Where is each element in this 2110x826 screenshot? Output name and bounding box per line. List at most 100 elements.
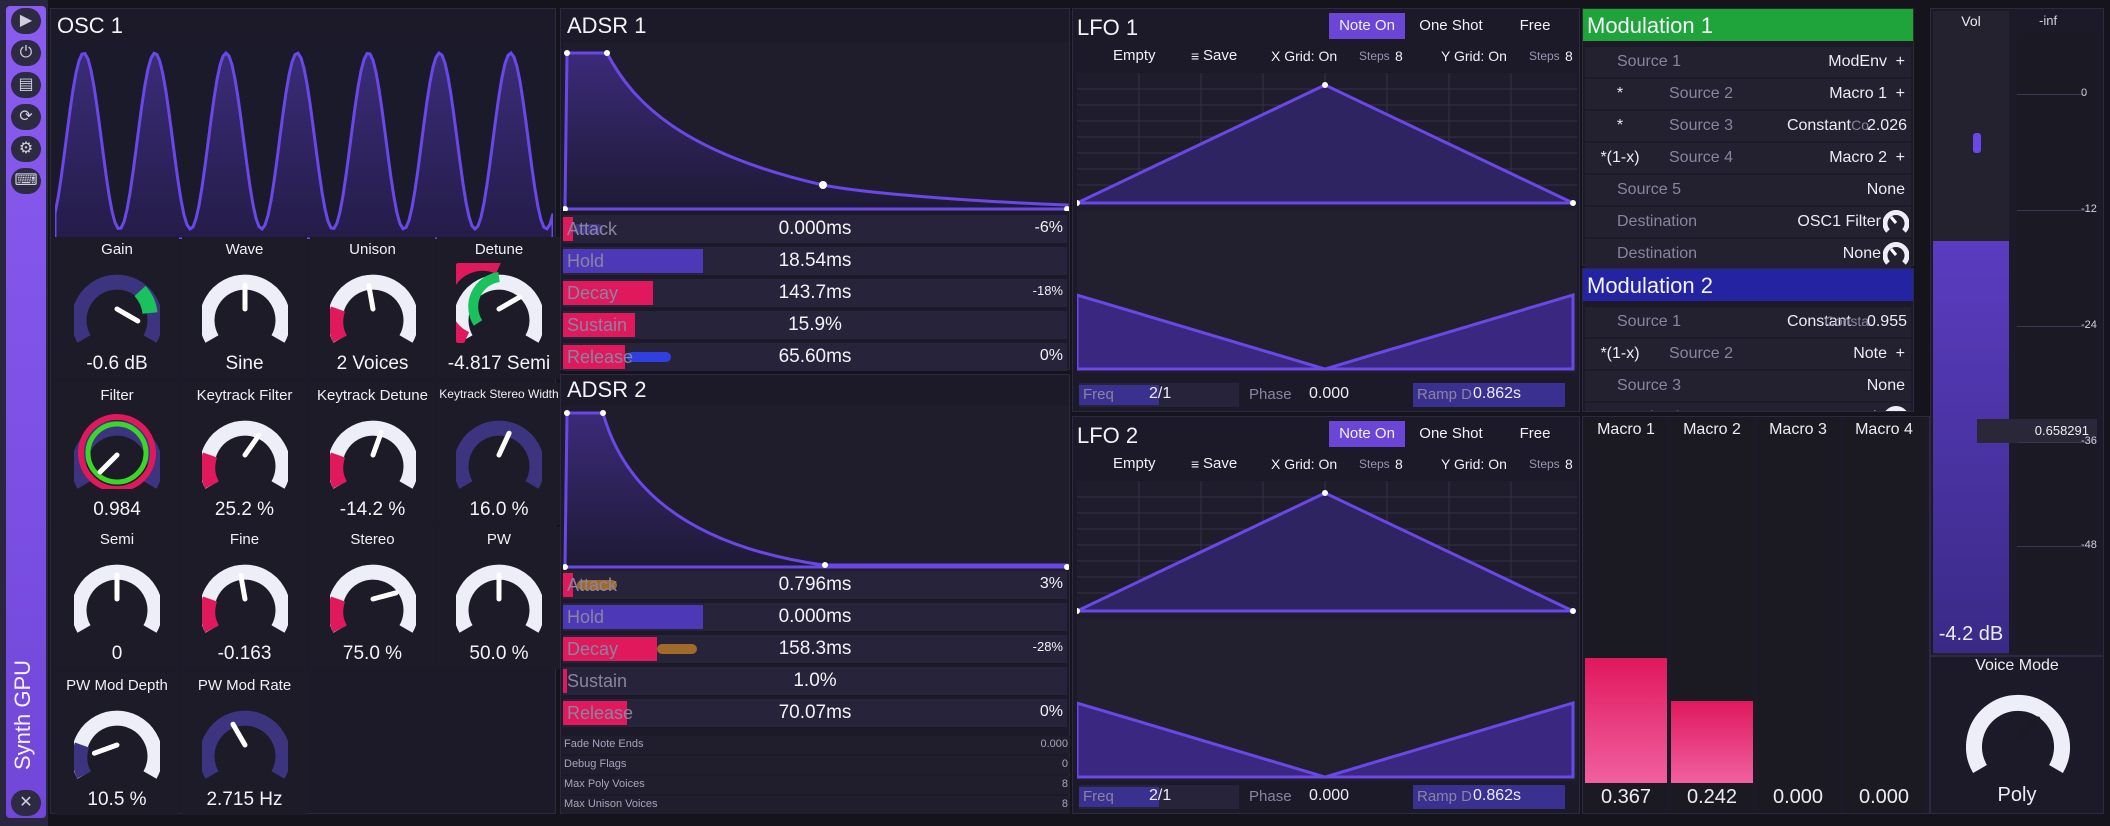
mixer-icon[interactable]: ⚙ bbox=[11, 136, 41, 162]
mod1-row[interactable]: * Source 2 Macro 1 + bbox=[1585, 79, 1911, 109]
adsr2-row[interactable]: Hold 0.000ms bbox=[563, 603, 1067, 631]
adsr2-row[interactable]: Release 70.07ms 0% bbox=[563, 699, 1067, 727]
phase-value[interactable]: 0.000 bbox=[1309, 787, 1349, 805]
lfo2-mode-button[interactable]: Note On bbox=[1329, 421, 1405, 447]
save-icon[interactable]: ≡ bbox=[1191, 451, 1199, 477]
lfo1-x-steps[interactable]: 8 bbox=[1395, 43, 1403, 69]
add-icon[interactable]: + bbox=[1896, 345, 1905, 363]
lfo2-mode-button[interactable]: Free bbox=[1495, 421, 1575, 447]
osc1-knob[interactable] bbox=[329, 553, 416, 633]
macro-slider[interactable]: Macro 3 0.000 bbox=[1757, 417, 1839, 813]
amount-knob[interactable] bbox=[1883, 241, 1909, 267]
mod-operator[interactable]: *(1-x) bbox=[1585, 345, 1655, 363]
mod-operator[interactable]: *(1-x) bbox=[1585, 149, 1655, 167]
mod-operator[interactable]: * bbox=[1585, 117, 1655, 135]
lfo2-y-grid[interactable]: Y Grid: On bbox=[1441, 451, 1507, 477]
debug-row[interactable]: Max Poly Voices 8 bbox=[562, 776, 1070, 794]
adsr1-row[interactable]: Attack 0.000ms -6% bbox=[563, 215, 1067, 243]
osc1-knob[interactable] bbox=[74, 409, 160, 489]
phase-value[interactable]: 0.000 bbox=[1309, 385, 1349, 403]
constant-value[interactable]: 0.955 bbox=[1867, 313, 1907, 331]
lfo1-preset[interactable]: Empty bbox=[1113, 43, 1156, 69]
lfo1-y-grid[interactable]: Y Grid: On bbox=[1441, 43, 1507, 69]
mod-source-value[interactable]: OSC1 Filter bbox=[1797, 213, 1881, 231]
mod1-row[interactable]: Source 5 None bbox=[1585, 175, 1911, 205]
adsr1-row[interactable]: Sustain 15.9% bbox=[563, 311, 1067, 339]
play-icon[interactable]: ▶ bbox=[11, 8, 41, 34]
osc1-knob[interactable] bbox=[329, 263, 416, 343]
add-icon[interactable]: + bbox=[1896, 149, 1905, 167]
voice-mode-knob[interactable] bbox=[1966, 683, 2070, 773]
macro-slider[interactable]: Macro 2 0.242 bbox=[1671, 417, 1753, 813]
osc1-knob[interactable] bbox=[201, 409, 288, 489]
lfo2-save-button[interactable]: Save bbox=[1203, 451, 1237, 477]
mod2-row[interactable]: Source 3 None bbox=[1585, 371, 1911, 401]
add-icon[interactable]: + bbox=[1896, 53, 1905, 71]
adsr1-row[interactable]: Release 65.60ms 0% bbox=[563, 343, 1067, 371]
lfo1-mode-button[interactable]: Free bbox=[1495, 13, 1575, 39]
osc1-knob[interactable] bbox=[456, 553, 542, 633]
mod1-row[interactable]: * Source 3 Constant Co 2.026 bbox=[1585, 111, 1911, 141]
lfo1-freq-control[interactable]: Freq 2/1 bbox=[1079, 383, 1239, 407]
close-icon[interactable]: ✕ bbox=[11, 790, 41, 816]
lfo1-save-button[interactable]: Save bbox=[1203, 43, 1237, 69]
mod-source-value[interactable]: Constant bbox=[1787, 117, 1851, 135]
osc1-knob[interactable] bbox=[456, 263, 542, 343]
adsr2-row[interactable]: Attack 0.796ms 3% bbox=[563, 571, 1067, 599]
macro-slider[interactable]: Macro 1 0.367 bbox=[1585, 417, 1667, 813]
lfo2-y-steps[interactable]: 8 bbox=[1565, 451, 1573, 477]
lfo2-shape-editor[interactable] bbox=[1077, 481, 1577, 781]
osc1-knob[interactable] bbox=[74, 553, 160, 633]
save-icon[interactable]: ≡ bbox=[1191, 43, 1199, 69]
mod2-row[interactable]: *(1-x) Source 2 Note + bbox=[1585, 339, 1911, 369]
adsr1-row[interactable]: Hold 18.54ms bbox=[563, 247, 1067, 275]
volume-handle[interactable] bbox=[1973, 133, 1981, 153]
mod2-row[interactable]: Destination EnvV Attack bbox=[1585, 403, 1911, 412]
debug-row[interactable]: Debug Flags 0 bbox=[562, 756, 1070, 774]
power-icon[interactable]: ⏻ bbox=[11, 40, 41, 66]
mod-source-value[interactable]: None bbox=[1867, 181, 1905, 199]
mod-source-value[interactable]: EnvV Attack bbox=[1795, 409, 1881, 411]
constant-value[interactable]: 2.026 bbox=[1867, 117, 1907, 135]
keyboard-icon[interactable]: ⌨ bbox=[11, 168, 41, 194]
osc1-knob[interactable] bbox=[74, 263, 160, 343]
osc1-knob[interactable] bbox=[329, 409, 416, 489]
osc1-knob[interactable] bbox=[201, 263, 288, 343]
mod1-row[interactable]: Destination None bbox=[1585, 239, 1911, 269]
lfo2-ramp-control[interactable]: Ramp D 0.862s bbox=[1413, 785, 1565, 809]
adsr2-row[interactable]: Decay 158.3ms -28% bbox=[563, 635, 1067, 663]
mod1-row[interactable]: Source 1 ModEnv + bbox=[1585, 47, 1911, 77]
reload-icon[interactable]: ⟳ bbox=[11, 104, 41, 130]
debug-row[interactable]: Fade Note Ends 0.000 bbox=[562, 736, 1070, 754]
adsr1-row[interactable]: Decay 143.7ms -18% bbox=[563, 279, 1067, 307]
lfo1-mode-button[interactable]: Note On bbox=[1329, 13, 1405, 39]
osc1-knob[interactable] bbox=[201, 699, 288, 779]
mod1-row[interactable]: *(1-x) Source 4 Macro 2 + bbox=[1585, 143, 1911, 173]
mod-source-value[interactable]: None bbox=[1843, 245, 1881, 263]
mod2-row[interactable]: Source 1 Constant Consta 0.955 bbox=[1585, 307, 1911, 337]
add-icon[interactable]: + bbox=[1896, 85, 1905, 103]
adsr2-envelope[interactable] bbox=[563, 405, 1069, 571]
mod-amount[interactable]: 3% bbox=[1040, 575, 1063, 593]
lfo1-shape-editor[interactable] bbox=[1077, 73, 1577, 373]
osc1-knob[interactable] bbox=[201, 553, 288, 633]
mod-source-value[interactable]: Macro 1 bbox=[1829, 85, 1887, 103]
osc1-knob[interactable] bbox=[74, 699, 160, 779]
lfo2-x-grid[interactable]: X Grid: On bbox=[1271, 451, 1337, 477]
lfo2-x-steps[interactable]: 8 bbox=[1395, 451, 1403, 477]
mod-source-value[interactable]: Macro 2 bbox=[1829, 149, 1887, 167]
lfo2-freq-control[interactable]: Freq 2/1 bbox=[1079, 785, 1239, 809]
amount-knob[interactable] bbox=[1883, 405, 1909, 412]
adsr1-envelope[interactable] bbox=[563, 43, 1069, 211]
debug-row[interactable]: Max Unison Voices 8 bbox=[562, 796, 1070, 814]
macro-slider[interactable]: Macro 4 0.000 bbox=[1843, 417, 1925, 813]
mod-amount[interactable]: 0% bbox=[1040, 703, 1063, 721]
mod-amount[interactable]: 0% bbox=[1040, 347, 1063, 365]
mod-amount[interactable]: -6% bbox=[1035, 219, 1063, 237]
adsr2-row[interactable]: Sustain 1.0% bbox=[563, 667, 1067, 695]
lfo1-x-grid[interactable]: X Grid: On bbox=[1271, 43, 1337, 69]
mod-amount[interactable]: -18% bbox=[1033, 283, 1063, 298]
mod-amount[interactable]: -28% bbox=[1033, 639, 1063, 654]
lfo1-mode-button[interactable]: One Shot bbox=[1409, 13, 1493, 39]
mod-source-value[interactable]: Note bbox=[1853, 345, 1887, 363]
